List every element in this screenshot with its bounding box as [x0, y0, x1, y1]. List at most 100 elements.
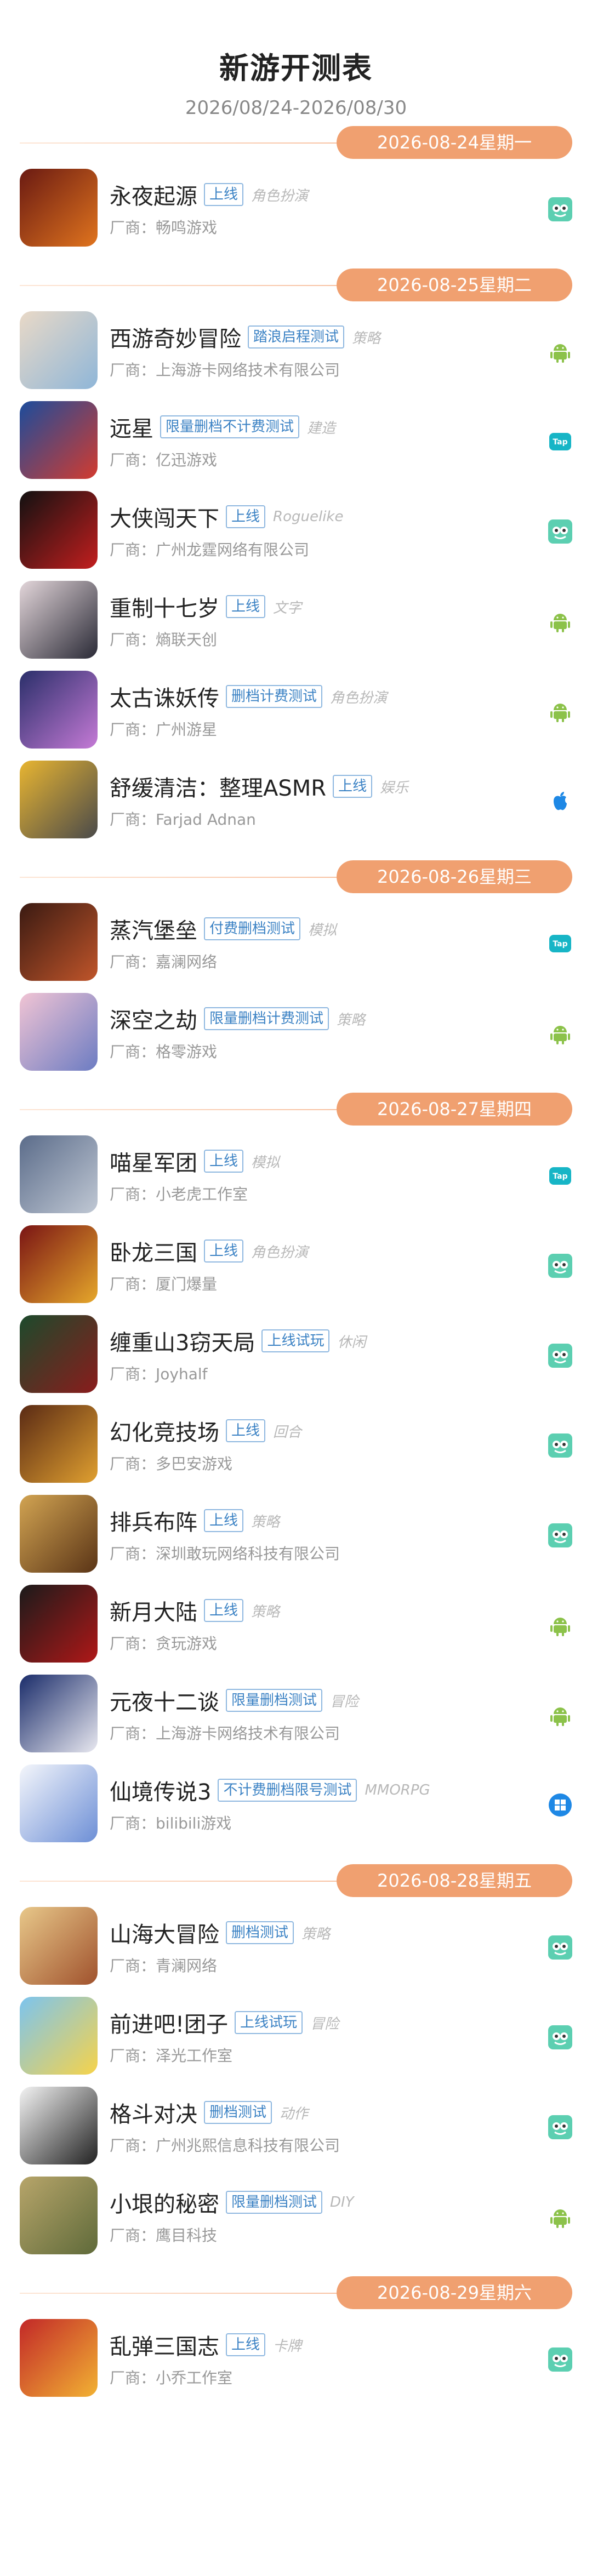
game-icon[interactable]: [20, 1764, 98, 1842]
game-row[interactable]: 深空之劫 限量删档计费测试 策略 厂商：格零游戏: [0, 986, 592, 1076]
game-name[interactable]: 乱弹三国志: [110, 2329, 219, 2361]
game-row[interactable]: 乱弹三国志 上线 卡牌 厂商：小乔工作室: [0, 2312, 592, 2402]
game-row[interactable]: 新月大陆 上线 策略 厂商：贪玩游戏: [0, 1578, 592, 1668]
game-icon[interactable]: [20, 1225, 98, 1303]
game-icon[interactable]: [20, 311, 98, 389]
game-row[interactable]: 缠重山3窃天局 上线试玩 休闲 厂商：Joyhalf: [0, 1309, 592, 1398]
game-row[interactable]: 格斗对决 删档测试 动作 厂商：广州兆熙信息科技有限公司: [0, 2080, 592, 2170]
game-row[interactable]: 卧龙三国 上线 角色扮演 厂商：厦门爆量: [0, 1219, 592, 1309]
game-name[interactable]: 重制十七岁: [110, 591, 219, 622]
taptap-icon[interactable]: [548, 1254, 572, 1278]
genre-tag: 文字: [273, 599, 302, 616]
taptap-icon[interactable]: [548, 1935, 572, 1960]
game-icon[interactable]: [20, 581, 98, 659]
game-icon[interactable]: [20, 1585, 98, 1663]
android-icon[interactable]: [548, 2205, 572, 2229]
android-icon[interactable]: [548, 1703, 572, 1727]
game-name[interactable]: 格斗对决: [110, 2097, 197, 2128]
game-icon[interactable]: [20, 1997, 98, 2075]
game-name[interactable]: 新月大陆: [110, 1595, 197, 1626]
game-icon[interactable]: [20, 2087, 98, 2164]
game-icon[interactable]: [20, 491, 98, 569]
game-name[interactable]: 元夜十二谈: [110, 1684, 219, 1716]
game-icon[interactable]: [20, 671, 98, 749]
publisher-line: 厂商：畅鸣游戏: [110, 216, 217, 238]
taptap-icon[interactable]: [548, 1344, 572, 1368]
game-name[interactable]: 深空之劫: [110, 1003, 197, 1035]
game-name[interactable]: 前进吧!团子: [110, 2007, 228, 2038]
game-icon[interactable]: [20, 169, 98, 247]
publisher-line: 厂商：贪玩游戏: [110, 1632, 217, 1654]
game-row[interactable]: 幻化竞技场 上线 回合 厂商：多巴安游戏: [0, 1398, 592, 1488]
game-row[interactable]: 喵星军团 上线 模拟 厂商：小老虎工作室 Tap: [0, 1129, 592, 1219]
game-title-line: 仙境传说3 不计费删档限号测试 MMORPG: [110, 1774, 430, 1806]
game-row[interactable]: 仙境传说3 不计费删档限号测试 MMORPG 厂商：bilibili游戏: [0, 1758, 592, 1848]
game-row[interactable]: 舒缓清洁：整理ASMR 上线 娱乐 厂商：Farjad Adnan: [0, 754, 592, 844]
genre-tag: 休闲: [337, 1334, 366, 1351]
taptap-icon[interactable]: [548, 519, 572, 544]
apple-icon[interactable]: [548, 789, 572, 813]
game-name[interactable]: 仙境传说3: [110, 1774, 211, 1806]
game-name[interactable]: 太古诛妖传: [110, 681, 219, 712]
game-name[interactable]: 排兵布阵: [110, 1505, 197, 1537]
game-row[interactable]: 小垠的秘密 限量删档测试 DIY 厂商：鹰目科技: [0, 2170, 592, 2260]
windows-icon[interactable]: [548, 1793, 572, 1817]
game-icon[interactable]: [20, 1405, 98, 1483]
game-icon[interactable]: [20, 2177, 98, 2254]
game-row[interactable]: 西游奇妙冒险 踏浪启程测试 策略 厂商：上海游卡网络技术有限公司: [0, 305, 592, 395]
game-row[interactable]: 重制十七岁 上线 文字 厂商：熵联天创: [0, 574, 592, 664]
android-icon[interactable]: [548, 609, 572, 633]
android-icon[interactable]: [548, 1613, 572, 1637]
game-row[interactable]: 排兵布阵 上线 策略 厂商：深圳敢玩网络科技有限公司: [0, 1488, 592, 1578]
taptap-icon[interactable]: [548, 1523, 572, 1547]
game-icon[interactable]: [20, 1495, 98, 1573]
publisher-name: 广州龙霆网络有限公司: [156, 541, 310, 559]
game-row[interactable]: 远星 限量删档不计费测试 建造 厂商：亿迅游戏 Tap: [0, 395, 592, 484]
publisher-line: 厂商：深圳敢玩网络科技有限公司: [110, 1542, 340, 1564]
game-row[interactable]: 山海大冒险 删档测试 策略 厂商：青澜网络: [0, 1900, 592, 1990]
taptap-icon[interactable]: [548, 2025, 572, 2049]
game-icon[interactable]: [20, 993, 98, 1071]
game-name[interactable]: 幻化竞技场: [110, 1415, 219, 1447]
game-name[interactable]: 卧龙三国: [110, 1235, 197, 1267]
schedule-list: 2026-08-24星期一 永夜起源 上线 角色扮演 厂商：畅鸣游戏 2026-08-25…: [0, 123, 592, 2402]
game-row[interactable]: 太古诛妖传 删档计费测试 角色扮演 厂商：广州游星: [0, 664, 592, 754]
android-icon[interactable]: [548, 340, 572, 364]
game-row[interactable]: 前进吧!团子 上线试玩 冒险 厂商：泽光工作室: [0, 1990, 592, 2080]
test-status-tag: 上线: [226, 1419, 266, 1442]
taptap-icon[interactable]: [548, 1433, 572, 1458]
game-name[interactable]: 喵星军团: [110, 1145, 197, 1177]
game-row[interactable]: 永夜起源 上线 角色扮演 厂商：畅鸣游戏: [0, 162, 592, 252]
game-name[interactable]: 远星: [110, 411, 153, 443]
game-icon[interactable]: [20, 1315, 98, 1393]
game-icon[interactable]: [20, 1135, 98, 1213]
day-date-badge: 2026-08-28星期五: [337, 1864, 572, 1897]
game-title-line: 大侠闯天下 上线 Roguelike: [110, 501, 343, 533]
game-row[interactable]: 大侠闯天下 上线 Roguelike 厂商：广州龙霆网络有限公司: [0, 484, 592, 574]
android-icon[interactable]: [548, 1021, 572, 1046]
game-icon[interactable]: [20, 401, 98, 479]
tap-icon[interactable]: Tap: [548, 932, 572, 956]
game-name[interactable]: 缠重山3窃天局: [110, 1325, 255, 1357]
tap-icon[interactable]: Tap: [548, 1164, 572, 1188]
taptap-icon[interactable]: [548, 197, 572, 221]
game-name[interactable]: 大侠闯天下: [110, 501, 219, 533]
taptap-icon[interactable]: [548, 2115, 572, 2139]
game-icon[interactable]: [20, 1907, 98, 1985]
game-name[interactable]: 山海大冒险: [110, 1917, 219, 1949]
game-name[interactable]: 舒缓清洁：整理ASMR: [110, 770, 326, 802]
game-icon[interactable]: [20, 903, 98, 981]
game-name[interactable]: 西游奇妙冒险: [110, 321, 241, 353]
game-icon[interactable]: [20, 761, 98, 838]
android-icon[interactable]: [548, 699, 572, 723]
game-icon[interactable]: [20, 1675, 98, 1752]
game-icon[interactable]: [20, 2319, 98, 2397]
tap-icon-glyph: Tap: [549, 433, 571, 450]
tap-icon[interactable]: Tap: [548, 430, 572, 454]
taptap-icon[interactable]: [548, 2347, 572, 2372]
game-name[interactable]: 永夜起源: [110, 179, 197, 210]
game-name[interactable]: 蒸汽堡垒: [110, 913, 197, 945]
game-row[interactable]: 蒸汽堡垒 付费删档测试 模拟 厂商：嘉澜网络 Tap: [0, 896, 592, 986]
game-row[interactable]: 元夜十二谈 限量删档测试 冒险 厂商：上海游卡网络技术有限公司: [0, 1668, 592, 1758]
game-name[interactable]: 小垠的秘密: [110, 2186, 219, 2218]
